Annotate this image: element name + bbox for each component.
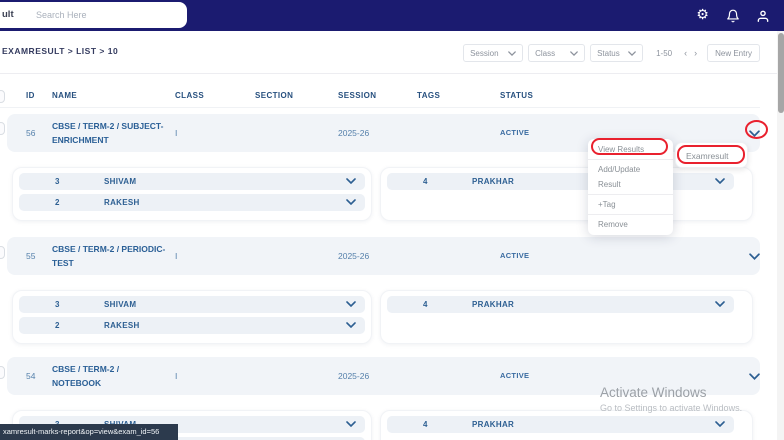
row-id: 54 [26, 371, 36, 381]
tag-list-item: 3 SHIVAM [19, 296, 365, 313]
breadcrumb: EXAMRESULT > LIST > 10 [2, 46, 119, 56]
menu-divider [588, 214, 673, 215]
tags-card-left: 3 SHIVAM 2 RAKESH [12, 290, 372, 344]
session-filter-select[interactable]: Session [463, 44, 524, 62]
tag-list-item: 2 RAKESH [19, 194, 365, 211]
column-header-tags: TAGS [417, 91, 441, 100]
navbar-icons: ⚙ [695, 0, 770, 31]
examresult-tooltip-badge: Examresult [675, 142, 748, 168]
column-header-section: SECTION [255, 91, 294, 100]
row-checkbox-partial[interactable] [0, 246, 5, 259]
tags-card-right: 4 PRAKHAR [380, 290, 753, 344]
tag-list-item: 4 PRAKHAR [387, 416, 734, 433]
vertical-scrollbar[interactable] [777, 31, 784, 440]
select-all-checkbox-partial[interactable] [0, 90, 5, 103]
row-class: I [175, 251, 178, 261]
row-name: CBSE / TERM-2 / SUBJECT- ENRICHMENT [52, 121, 164, 145]
row-actions-toggle[interactable] [744, 248, 764, 264]
new-entry-button[interactable]: New Entry [707, 44, 760, 62]
menu-divider [588, 194, 673, 195]
tag-expand-chevron[interactable] [715, 301, 725, 307]
chevron-down-icon [715, 301, 725, 307]
column-header-status: STATUS [500, 91, 534, 100]
column-header-id: ID [26, 91, 35, 100]
status-filter-select[interactable]: Status [590, 44, 644, 62]
chevron-down-icon [570, 50, 578, 56]
chevron-down-icon [748, 372, 760, 380]
row-session: 2025-26 [338, 128, 370, 138]
scrollbar-thumb[interactable] [777, 33, 784, 113]
table-header: ID NAME CLASS SECTION SESSION TAGS STATU… [0, 86, 760, 108]
tag-expand-chevron[interactable] [346, 178, 356, 184]
row-actions-context-menu: View Results Add/Update Result +Tag Remo… [588, 138, 673, 235]
status-badge: ACTIVE [500, 371, 530, 380]
prev-page-button[interactable]: ‹ [683, 48, 688, 58]
tag-list-item: 4 PRAKHAR [387, 296, 734, 313]
tag-list-item: 4 PRAKHAR [387, 173, 734, 190]
search-input[interactable] [36, 5, 176, 25]
browser-link-preview: xamresult-marks-report&op=view&exam_id=5… [0, 424, 178, 440]
tag-expand-chevron[interactable] [715, 178, 725, 184]
column-header-name: NAME [52, 91, 78, 100]
brand-text-partial: ult [2, 9, 14, 20]
menu-item-add-update[interactable]: Add/Update [588, 162, 673, 177]
chevron-down-icon [748, 129, 760, 137]
search-box: ult [0, 2, 187, 28]
chevron-down-icon [346, 199, 356, 205]
menu-item-tag[interactable]: +Tag [588, 197, 673, 212]
tag-expand-chevron[interactable] [346, 322, 356, 328]
row-actions-toggle[interactable] [744, 125, 764, 141]
pagination-range: 1-50 [656, 48, 673, 58]
menu-item-result[interactable]: Result [588, 177, 673, 192]
top-navbar: ult ⚙ [0, 0, 784, 31]
chevron-down-icon [346, 421, 356, 427]
column-header-class: CLASS [175, 91, 205, 100]
chevron-down-icon [346, 178, 356, 184]
chevron-down-icon [748, 252, 760, 260]
menu-item-remove[interactable]: Remove [588, 217, 673, 232]
chevron-down-icon [346, 322, 356, 328]
row-checkbox-partial[interactable] [0, 122, 5, 135]
filter-bar: Session Class Status 1-50 ‹ › New Entry [463, 44, 760, 62]
row-checkbox-partial[interactable] [0, 366, 5, 379]
column-header-session: SESSION [338, 91, 377, 100]
notifications-bell-icon[interactable] [725, 8, 740, 23]
row-actions-toggle[interactable] [744, 368, 764, 384]
tag-list-item: 3 SHIVAM [19, 173, 365, 190]
menu-divider [588, 159, 673, 160]
row-session: 2025-26 [338, 251, 370, 261]
row-id: 56 [26, 128, 36, 138]
settings-gear-icon[interactable]: ⚙ [695, 8, 710, 23]
tag-expand-chevron[interactable] [346, 301, 356, 307]
chevron-down-icon [508, 50, 516, 56]
tags-card-right: 4 PRAKHAR [380, 410, 753, 440]
row-name: CBSE / TERM-2 / PERIODIC- TEST [52, 244, 166, 268]
status-badge: ACTIVE [500, 128, 530, 137]
next-page-button[interactable]: › [693, 48, 698, 58]
chevron-down-icon [346, 301, 356, 307]
list-toolbar: EXAMRESULT > LIST > 10 Session Class Sta… [0, 31, 784, 74]
chevron-down-icon [715, 421, 725, 427]
row-session: 2025-26 [338, 371, 370, 381]
tags-card-left: 3 SHIVAM 2 RAKESH [12, 167, 372, 221]
user-profile-icon[interactable] [755, 8, 770, 23]
menu-item-view-results[interactable]: View Results [588, 142, 673, 157]
tags-card-right: 4 PRAKHAR [380, 167, 753, 221]
row-class: I [175, 371, 178, 381]
tag-expand-chevron[interactable] [715, 421, 725, 427]
row-id: 55 [26, 251, 36, 261]
row-class: I [175, 128, 178, 138]
chevron-down-icon [628, 50, 636, 56]
chevron-down-icon [715, 178, 725, 184]
tag-list-item: 2 RAKESH [19, 317, 365, 334]
class-filter-select[interactable]: Class [528, 44, 586, 62]
tag-expand-chevron[interactable] [346, 199, 356, 205]
tag-expand-chevron[interactable] [346, 421, 356, 427]
row-name: CBSE / TERM-2 / NOTEBOOK [52, 364, 120, 388]
status-badge: ACTIVE [500, 251, 530, 260]
examresult-list-page: ult ⚙ EXAMRESULT > LIST > 10 Session [0, 0, 784, 440]
